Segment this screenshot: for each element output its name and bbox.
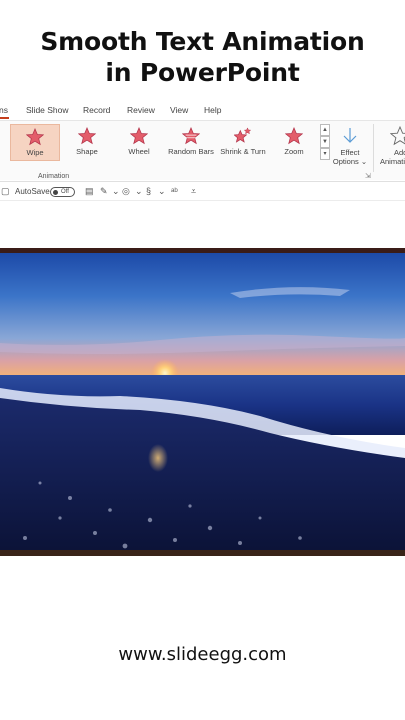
format-painter-icon[interactable]: ✎	[100, 186, 108, 197]
gallery-scroller: ▲ ▼ ▾	[320, 124, 330, 161]
anim-shape-label: Shape	[76, 147, 98, 156]
tab-slide-show[interactable]: Slide Show	[26, 105, 69, 115]
shrink-turn-star-icon	[234, 127, 252, 143]
dropdown-icon[interactable]: ⌄	[112, 186, 120, 197]
anim-wipe-button[interactable]: Wipe	[10, 124, 60, 161]
gallery-more-icon[interactable]: ▾	[320, 148, 330, 160]
quick-access-toolbar: ▢ AutoSave Off ▤ ✎ ⌄ ◎ ⌄ § ⌄ ᵃᵇ ⩡	[0, 181, 405, 201]
add-animation-label-2: Animati	[380, 157, 405, 166]
random-bars-star-icon	[182, 127, 200, 145]
title-line-2: in PowerPoint	[105, 58, 300, 87]
effect-options-label-1: Effect	[340, 148, 360, 157]
tab-review[interactable]: Review	[127, 105, 155, 115]
gallery-down-icon[interactable]: ▼	[320, 136, 330, 148]
ribbon-tabs: ns Slide Show Record Review View Help	[0, 101, 405, 119]
gallery-up-icon[interactable]: ▲	[320, 124, 330, 136]
anim-random-bars-label: Random Bars	[168, 147, 214, 156]
wheel-star-icon	[130, 127, 148, 145]
animation-group-label: Animation	[38, 173, 70, 180]
anim-shrink-turn-button[interactable]: Shrink & Turn	[217, 124, 269, 161]
title-line-1: Smooth Text Animation	[40, 27, 365, 56]
anim-shrink-turn-label: Shrink & Turn	[220, 147, 266, 156]
autosave-label: AutoSave	[15, 187, 50, 196]
document-icon[interactable]: ▤	[85, 186, 94, 197]
tab-view[interactable]: View	[170, 105, 188, 115]
add-animation-button[interactable]: Add Animati	[378, 124, 405, 169]
add-animation-label-1: Add	[394, 148, 405, 157]
active-tab-indicator	[0, 117, 9, 119]
tab-record[interactable]: Record	[83, 105, 110, 115]
dialog-launcher-icon[interactable]: ⇲	[365, 172, 371, 180]
shapes-icon[interactable]: ◎	[122, 186, 130, 197]
shape-star-icon	[78, 127, 96, 145]
anim-zoom-button[interactable]: Zoom	[269, 124, 319, 161]
dropdown-icon[interactable]: ⌄	[158, 186, 166, 197]
effect-options-label-2: Options ⌄	[332, 157, 368, 166]
website-url: www.slideegg.com	[118, 644, 287, 665]
zoom-star-icon	[285, 127, 303, 145]
anim-random-bars-button[interactable]: Random Bars	[165, 124, 217, 161]
anim-shape-button[interactable]: Shape	[62, 124, 112, 161]
anim-wheel-button[interactable]: Wheel	[114, 124, 164, 161]
dropdown-icon[interactable]: ⌄	[135, 186, 143, 197]
customize-toolbar-icon[interactable]: ⩡	[191, 186, 196, 197]
sunset-beach-image	[0, 248, 405, 556]
spelling-icon[interactable]: ᵃᵇ	[171, 186, 178, 196]
anim-wipe-label: Wipe	[26, 148, 44, 157]
tab-help[interactable]: Help	[204, 105, 221, 115]
anim-wheel-label: Wheel	[128, 147, 150, 156]
animation-ribbon: Wipe Shape Wheel Random Bars Shrink & Tu…	[0, 120, 405, 180]
arrow-down-icon	[343, 128, 357, 143]
autosave-toggle[interactable]: Off	[50, 187, 75, 197]
save-icon[interactable]: ▢	[1, 186, 10, 197]
wipe-star-icon	[26, 128, 44, 146]
effect-options-button[interactable]: Effect Options ⌄	[331, 124, 369, 169]
anim-zoom-label: Zoom	[284, 147, 304, 156]
tab-animations[interactable]: ns	[0, 105, 8, 115]
slide-image	[0, 248, 405, 556]
ribbon-divider	[373, 124, 374, 172]
link-icon[interactable]: §	[146, 186, 151, 196]
page-title: Smooth Text Animation in PowerPoint	[0, 26, 405, 88]
add-star-icon	[390, 126, 405, 146]
